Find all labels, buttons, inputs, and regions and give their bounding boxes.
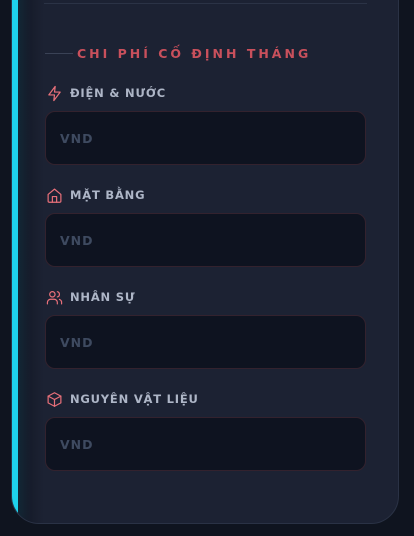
box-icon bbox=[45, 390, 63, 408]
field-label-rent: MẶT BẰNG bbox=[70, 188, 146, 202]
fixed-costs-card: CHI PHÍ CỐ ĐỊNH THÁNG ĐIỆN & NƯỚC MẶT BẰ… bbox=[11, 0, 399, 524]
staff-input[interactable] bbox=[45, 315, 366, 369]
field-electricity-water: ĐIỆN & NƯỚC bbox=[45, 83, 366, 165]
section-header: CHI PHÍ CỐ ĐỊNH THÁNG bbox=[45, 45, 311, 61]
materials-input[interactable] bbox=[45, 417, 366, 471]
field-label-row: NHÂN SỰ bbox=[45, 287, 366, 307]
electricity-water-input[interactable] bbox=[45, 111, 366, 165]
top-divider bbox=[44, 3, 367, 4]
field-materials: NGUYÊN VẬT LIỆU bbox=[45, 389, 366, 471]
field-label-electricity-water: ĐIỆN & NƯỚC bbox=[70, 86, 166, 100]
card-accent-shade bbox=[18, 0, 44, 523]
users-icon bbox=[45, 288, 63, 306]
field-staff: NHÂN SỰ bbox=[45, 287, 366, 369]
rent-input[interactable] bbox=[45, 213, 366, 267]
field-rent: MẶT BẰNG bbox=[45, 185, 366, 267]
field-label-staff: NHÂN SỰ bbox=[70, 290, 136, 304]
field-label-materials: NGUYÊN VẬT LIỆU bbox=[70, 392, 199, 406]
field-label-row: NGUYÊN VẬT LIỆU bbox=[45, 389, 366, 409]
field-label-row: ĐIỆN & NƯỚC bbox=[45, 83, 366, 103]
field-label-row: MẶT BẰNG bbox=[45, 185, 366, 205]
section-title: CHI PHÍ CỐ ĐỊNH THÁNG bbox=[77, 45, 312, 61]
section-rule bbox=[45, 52, 73, 54]
lightning-icon bbox=[45, 84, 63, 102]
home-icon bbox=[45, 186, 63, 204]
